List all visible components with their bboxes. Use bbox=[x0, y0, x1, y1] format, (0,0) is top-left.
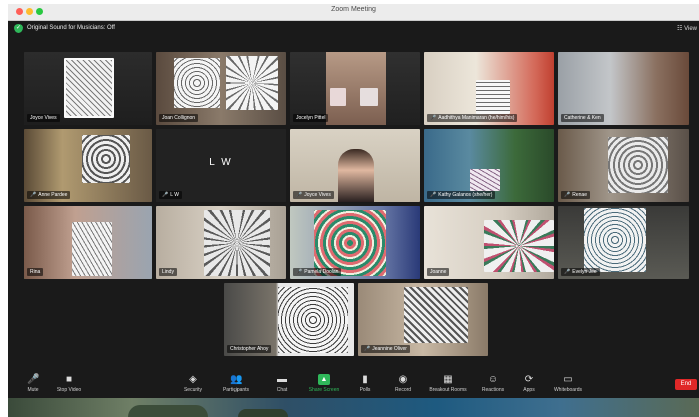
title-bar: Zoom Meeting bbox=[8, 4, 699, 21]
share-screen-button[interactable]: ▲ Share Screen bbox=[306, 374, 342, 393]
video-tile[interactable]: L W 🎤 L W bbox=[156, 129, 286, 202]
participant-name-label: 🎤 Kathy Galanos (she/her) bbox=[427, 191, 496, 199]
record-icon: ◉ bbox=[398, 374, 408, 385]
participant-name-label: Lindy bbox=[159, 268, 177, 276]
apps-icon: ⟳ bbox=[524, 374, 534, 385]
artwork-card bbox=[174, 58, 220, 108]
meeting-status-bar: ✓ Original Sound for Musicians: Off ☷ Vi… bbox=[8, 21, 699, 37]
mute-button[interactable]: 🎤 Mute bbox=[22, 374, 44, 393]
video-tile[interactable]: 🎤 Aadhithya Manimaran (he/him/his) bbox=[424, 52, 554, 125]
video-tile[interactable]: Jocelyn Pittel bbox=[290, 52, 420, 125]
artwork-card bbox=[404, 287, 468, 343]
record-button[interactable]: ◉ Record bbox=[392, 374, 414, 393]
artwork-card bbox=[470, 169, 500, 191]
camera-icon: ■ bbox=[65, 374, 73, 385]
muted-mic-icon: 🎤 bbox=[296, 269, 303, 275]
muted-mic-icon: 🎤 bbox=[564, 269, 571, 275]
artwork-card bbox=[584, 208, 646, 272]
video-tile[interactable]: 🎤 Jeannine Oliver bbox=[358, 283, 488, 356]
whiteboard-icon: ▭ bbox=[563, 374, 573, 385]
artwork-card bbox=[204, 210, 270, 276]
muted-mic-icon: 🎤 bbox=[430, 192, 437, 198]
participant-name-label: 🎤 Pamela Doolan bbox=[293, 268, 342, 276]
desktop-wallpaper bbox=[8, 398, 699, 417]
video-tile[interactable]: 🎤 Kathy Galanos (she/her) bbox=[424, 129, 554, 202]
wallpaper-rock bbox=[238, 409, 288, 417]
chat-icon: ▬ bbox=[277, 374, 287, 385]
security-button[interactable]: ◈ Security bbox=[180, 374, 206, 393]
artwork-card bbox=[476, 80, 510, 114]
artwork-card bbox=[608, 137, 668, 193]
artwork-card bbox=[314, 210, 386, 276]
video-tile[interactable]: Lindy bbox=[156, 206, 286, 279]
participants-icon: 👥17 bbox=[230, 374, 243, 393]
artwork-card bbox=[330, 88, 346, 106]
breakout-rooms-button[interactable]: ▦ Breakout Rooms bbox=[426, 374, 470, 393]
participant-name-label: Rina bbox=[27, 268, 44, 276]
video-tile[interactable]: Joan Collignon bbox=[156, 52, 286, 125]
participant-name-label: Joanne bbox=[427, 268, 450, 276]
muted-mic-icon: 🎤 bbox=[30, 192, 37, 198]
video-tile[interactable]: 🎤 Pamela Doolan bbox=[290, 206, 420, 279]
microphone-icon: 🎤 bbox=[27, 374, 40, 385]
reactions-icon: ☺ bbox=[487, 374, 499, 385]
zoom-window: Zoom Meeting ✓ Original Sound for Musici… bbox=[8, 4, 699, 417]
muted-mic-icon: 🎤 bbox=[430, 115, 437, 121]
participant-name-label: 🎤 L W bbox=[159, 191, 182, 199]
reactions-button[interactable]: ☺ Reactions bbox=[478, 374, 508, 393]
artwork-card bbox=[360, 88, 378, 106]
original-sound-status: Original Sound for Musicians: Off bbox=[27, 25, 115, 31]
muted-mic-icon: 🎤 bbox=[296, 192, 303, 198]
artwork-card bbox=[72, 222, 112, 276]
end-meeting-button[interactable]: End bbox=[675, 379, 697, 390]
video-tile[interactable]: Catherine & Ken bbox=[558, 52, 689, 125]
polls-icon: ▮ bbox=[362, 374, 368, 385]
shield-icon[interactable]: ✓ bbox=[14, 24, 23, 33]
video-gallery: Joyce Vives Joan Collignon Jocelyn Pitte… bbox=[8, 37, 699, 372]
video-tile[interactable]: 🎤 Evelyn Jee bbox=[558, 206, 689, 279]
participant-initials: L W bbox=[209, 157, 233, 168]
artwork-card bbox=[484, 220, 554, 272]
chat-button[interactable]: ▬ Chat bbox=[272, 374, 292, 393]
participants-button[interactable]: 👥17 Participants bbox=[218, 374, 254, 393]
polls-button[interactable]: ▮ Polls bbox=[356, 374, 374, 393]
video-tile[interactable]: 🎤 Renae bbox=[558, 129, 689, 202]
participant-name-label: Joyce Vives bbox=[27, 114, 60, 122]
share-screen-icon: ▲ bbox=[318, 374, 330, 385]
artwork-card bbox=[226, 56, 278, 110]
participant-name-label: 🎤 Renae bbox=[561, 191, 590, 199]
participant-name-label: 🎤 Evelyn Jee bbox=[561, 268, 600, 276]
participant-name-label: Catherine & Ken bbox=[561, 114, 604, 122]
apps-button[interactable]: ⟳ Apps bbox=[520, 374, 538, 393]
artwork-card bbox=[278, 287, 348, 353]
participant-name-label: 🎤 Aadhithya Manimaran (he/him/his) bbox=[427, 114, 518, 122]
video-tile[interactable]: 🎤 Joyce Vives bbox=[290, 129, 420, 202]
video-tile[interactable]: Joyce Vives bbox=[24, 52, 152, 125]
meeting-controls-toolbar: 🎤 Mute ■ Stop Video ◈ Security 👥17 Participa… bbox=[8, 372, 699, 398]
view-label: View bbox=[684, 26, 697, 32]
artwork-card bbox=[64, 58, 114, 118]
muted-mic-icon: 🎤 bbox=[564, 192, 571, 198]
shield-icon: ◈ bbox=[189, 374, 197, 385]
wallpaper-rock bbox=[128, 405, 208, 417]
breakout-rooms-icon: ▦ bbox=[443, 374, 453, 385]
participant-name-label: Joan Collignon bbox=[159, 114, 199, 122]
participant-name-label: 🎤 Joyce Vives bbox=[293, 191, 334, 199]
participant-name-label: 🎤 Anne Pardee bbox=[27, 191, 71, 199]
window-title: Zoom Meeting bbox=[331, 6, 376, 13]
whiteboards-button[interactable]: ▭ Whiteboards bbox=[550, 374, 586, 393]
participant-name-label: 🎤 Jeannine Oliver bbox=[361, 345, 410, 353]
artwork-card bbox=[82, 135, 130, 183]
muted-mic-icon: 🎤 bbox=[364, 346, 371, 352]
video-tile[interactable]: Joanne bbox=[424, 206, 554, 279]
stop-video-button[interactable]: ■ Stop Video bbox=[54, 374, 84, 393]
video-tile-active-speaker[interactable]: Rina bbox=[24, 206, 152, 279]
participant-name-label: Jocelyn Pittel bbox=[293, 114, 329, 122]
video-tile[interactable]: 🎤 Anne Pardee bbox=[24, 129, 152, 202]
participant-name-label: Christopher Ahoy bbox=[227, 345, 272, 353]
video-tile[interactable]: Christopher Ahoy bbox=[224, 283, 354, 356]
view-button[interactable]: ☷ View bbox=[677, 25, 697, 32]
muted-mic-icon: 🎤 bbox=[162, 192, 169, 198]
